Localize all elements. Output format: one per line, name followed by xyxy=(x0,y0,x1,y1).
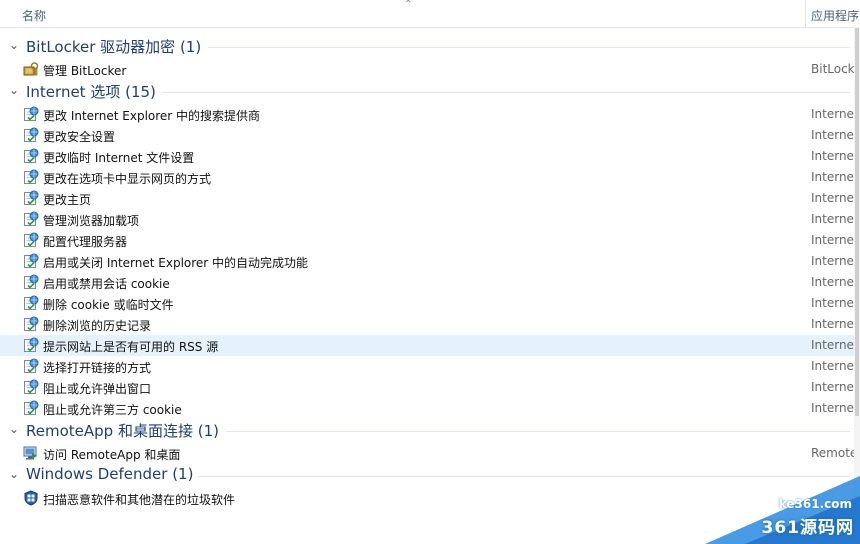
internet-options-icon xyxy=(23,127,39,143)
internet-options-icon xyxy=(23,379,39,395)
list-item[interactable]: 阻止或允许弹出窗口 Internet xyxy=(0,377,859,398)
chevron-down-icon[interactable]: ⌄ xyxy=(9,83,19,97)
list-item[interactable]: 访问 RemoteApp 和桌面 Remote xyxy=(0,443,857,464)
item-label: 访问 RemoteApp 和桌面 xyxy=(43,448,181,462)
item-app: Internet xyxy=(811,401,859,415)
item-label: 更改主页 xyxy=(43,193,92,207)
item-label: 启用或关闭 Internet Explorer 中的自动完成功能 xyxy=(43,256,309,270)
item-app: Internet xyxy=(811,338,859,352)
item-label: 删除 cookie 或临时文件 xyxy=(43,298,174,312)
internet-options-icon xyxy=(23,274,39,290)
group-title: Windows Defender (1) xyxy=(26,465,194,483)
item-app: Internet xyxy=(811,128,859,142)
windows-defender-icon xyxy=(23,490,39,506)
item-app: Internet xyxy=(811,380,859,394)
remoteapp-icon xyxy=(23,445,39,461)
item-app: Internet xyxy=(811,317,859,331)
internet-options-icon xyxy=(23,316,39,332)
item-label: 阻止或允许弹出窗口 xyxy=(43,382,152,396)
item-label: 管理 BitLocker xyxy=(43,64,127,78)
list-item[interactable]: 更改在选项卡中显示网页的方式 Internet xyxy=(0,167,859,188)
internet-options-icon xyxy=(23,253,39,269)
bitlocker-icon xyxy=(23,61,39,77)
group-header[interactable]: ⌄ BitLocker 驱动器加密 (1) xyxy=(0,35,860,59)
internet-options-icon xyxy=(23,295,39,311)
chevron-down-icon[interactable]: ⌄ xyxy=(9,422,19,436)
list-item[interactable]: 管理 BitLocker BitLocker xyxy=(0,59,859,80)
app-column-header[interactable]: 应用程序 xyxy=(811,7,859,24)
item-app: Internet xyxy=(811,254,859,268)
watermark-site: ke361.com xyxy=(778,497,852,511)
scrollbar-thumb[interactable] xyxy=(855,28,859,416)
group-header[interactable]: ⌄ Internet 选项 (15) xyxy=(0,80,860,104)
group-title: BitLocker 驱动器加密 (1) xyxy=(26,38,202,56)
item-label: 提示网站上是否有可用的 RSS 源 xyxy=(43,340,219,354)
item-app: Remote xyxy=(811,446,858,460)
item-app: Internet xyxy=(811,233,859,247)
item-app: Internet xyxy=(811,296,859,310)
chevron-down-icon[interactable]: ⌄ xyxy=(9,467,19,481)
item-label: 启用或禁用会话 cookie xyxy=(43,277,170,291)
chevron-down-icon[interactable]: ⌄ xyxy=(9,38,19,52)
list-item[interactable]: 选择打开链接的方式 Internet xyxy=(0,356,859,377)
item-label: 更改在选项卡中显示网页的方式 xyxy=(43,172,212,186)
list-item[interactable]: 提示网站上是否有可用的 RSS 源 Internet xyxy=(0,335,859,356)
watermark: ke361.com 361源码网 xyxy=(705,476,860,544)
item-app: Internet xyxy=(811,359,859,373)
item-label: 扫描恶意软件和其他潜在的垃圾软件 xyxy=(43,493,236,507)
item-app: Internet xyxy=(811,170,859,184)
item-app: Internet xyxy=(811,191,859,205)
item-label: 更改安全设置 xyxy=(43,130,116,144)
list-item[interactable]: 更改 Internet Explorer 中的搜索提供商 Internet xyxy=(0,104,859,125)
item-label: 配置代理服务器 xyxy=(43,235,128,249)
item-app: Internet xyxy=(811,212,859,226)
internet-options-icon xyxy=(23,190,39,206)
internet-options-icon xyxy=(23,106,39,122)
item-app: BitLocker xyxy=(811,62,859,76)
watermark-brand: 361源码网 xyxy=(761,518,854,538)
results-list: ⌄ BitLocker 驱动器加密 (1) 管理 BitLocker BitLocke… xyxy=(0,35,860,509)
column-header: 名称 ⌃ 应用程序 xyxy=(0,0,860,28)
list-item[interactable]: 配置代理服务器 Internet xyxy=(0,230,859,251)
item-label: 更改临时 Internet 文件设置 xyxy=(43,151,195,165)
list-item[interactable]: 管理浏览器加载项 Internet xyxy=(0,209,859,230)
sort-up-icon: ⌃ xyxy=(404,0,413,10)
internet-options-icon xyxy=(23,337,39,353)
internet-options-icon xyxy=(23,148,39,164)
list-item[interactable]: 更改安全设置 Internet xyxy=(0,125,859,146)
list-item[interactable]: 更改临时 Internet 文件设置 Internet xyxy=(0,146,859,167)
list-item[interactable]: 阻止或允许第三方 cookie Internet xyxy=(0,398,859,419)
list-item[interactable]: 启用或禁用会话 cookie Internet xyxy=(0,272,859,293)
item-label: 阻止或允许第三方 cookie xyxy=(43,403,182,417)
group-header[interactable]: ⌄ RemoteApp 和桌面连接 (1) xyxy=(0,419,860,443)
group-divider xyxy=(226,431,850,432)
group-divider xyxy=(208,47,850,48)
list-item[interactable]: 更改主页 Internet xyxy=(0,188,859,209)
name-column-header[interactable]: 名称 xyxy=(22,7,46,24)
internet-options-icon xyxy=(23,211,39,227)
item-label: 选择打开链接的方式 xyxy=(43,361,152,375)
list-item[interactable]: 删除 cookie 或临时文件 Internet xyxy=(0,293,859,314)
group-title: Internet 选项 (15) xyxy=(26,83,156,101)
group-title: RemoteApp 和桌面连接 (1) xyxy=(26,422,219,440)
column-divider[interactable] xyxy=(805,0,806,27)
list-item[interactable]: 启用或关闭 Internet Explorer 中的自动完成功能 Internet xyxy=(0,251,859,272)
item-app: Internet xyxy=(811,107,859,121)
item-app: Internet xyxy=(811,275,859,289)
item-label: 管理浏览器加载项 xyxy=(43,214,140,228)
internet-options-icon xyxy=(23,232,39,248)
internet-options-icon xyxy=(23,400,39,416)
list-item[interactable]: 删除浏览的历史记录 Internet xyxy=(0,314,859,335)
internet-options-icon xyxy=(23,169,39,185)
internet-options-icon xyxy=(23,358,39,374)
item-app: Internet xyxy=(811,149,859,163)
item-label: 更改 Internet Explorer 中的搜索提供商 xyxy=(43,109,261,123)
item-label: 删除浏览的历史记录 xyxy=(43,319,152,333)
group-divider xyxy=(162,92,850,93)
